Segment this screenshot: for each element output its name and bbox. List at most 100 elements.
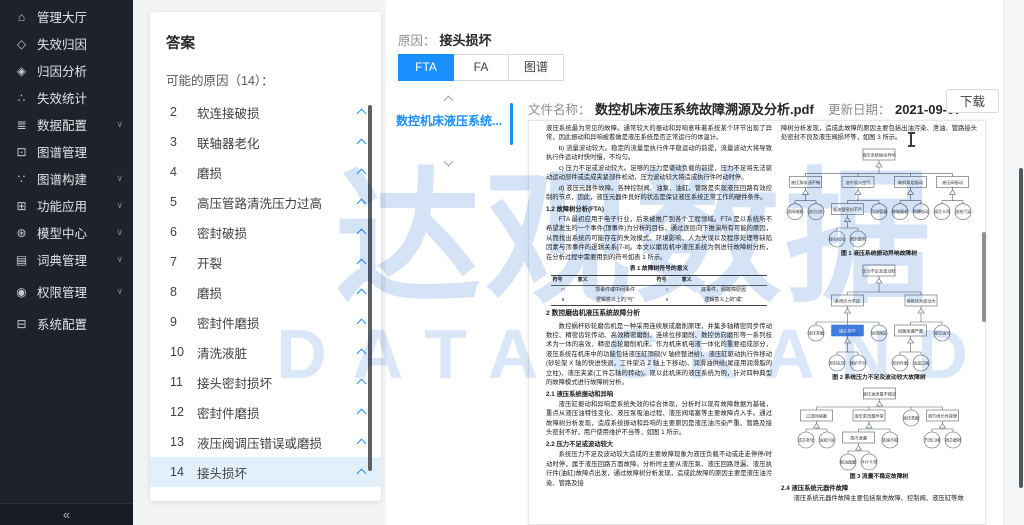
pdf-scrollbar[interactable] <box>982 232 986 322</box>
chevron-up-icon[interactable] <box>356 348 367 359</box>
svg-text:油温过高: 油温过高 <box>913 359 929 365</box>
svg-text:过滤网堵塞: 过滤网堵塞 <box>806 413 828 420</box>
chevron-up-icon[interactable] <box>356 438 367 449</box>
doc-nav-down-icon[interactable] <box>443 152 454 170</box>
svg-text:维护不当: 维护不当 <box>850 359 866 365</box>
cause-label: 清洗液脏 <box>197 346 248 361</box>
cause-number: 13 <box>170 435 184 449</box>
detail-panel: 原因： 接头损坏 FTA FA 图谱 数控机床液压系统... 文件名称： 数控机床液压… <box>386 0 1024 525</box>
sidebar-item-3[interactable]: ∴ 失效统计 <box>0 84 133 111</box>
cause-label: 联轴器老化 <box>197 136 260 151</box>
cause-row-10[interactable]: 10 清洗液脏 <box>150 337 381 367</box>
doc-nav-up-icon[interactable] <box>443 91 454 109</box>
download-button[interactable]: 下载 <box>946 89 1000 113</box>
sidebar-item-4[interactable]: ≣ 数据配置 ∨ <box>0 111 133 138</box>
cause-row-12[interactable]: 12 密封件磨损 <box>150 397 381 427</box>
sidebar-collapse-button[interactable]: « <box>0 503 133 525</box>
pdf-paragraph: FTA 最初应用于电子行业，后来被推广到各个工程领域。FTA 是以系统所不希望发… <box>546 215 772 261</box>
chevron-down-icon: ∨ <box>116 286 123 296</box>
svg-text:压力不足及波动较: 压力不足及波动较 <box>862 267 896 274</box>
sidebar-item-label: 失效统计 <box>37 92 88 106</box>
cause-row-7[interactable]: 7 开裂 <box>150 247 381 277</box>
svg-text:阀芯卡滞: 阀芯卡滞 <box>934 208 950 214</box>
dictionary-icon: ▤ <box>15 252 28 267</box>
file-name: 数控机床液压系统故障溯源及分析.pdf <box>594 102 814 117</box>
sidebar-item-0[interactable]: ⌂ 管理大厅 <box>0 3 133 30</box>
cause-list-scrollbar[interactable] <box>368 105 372 471</box>
svg-text:密封圈老: 密封圈老 <box>850 235 866 241</box>
sidebar-item-6[interactable]: ∵ 图谱构建 ∨ <box>0 165 133 192</box>
chevron-up-icon[interactable] <box>356 318 367 329</box>
chevron-up-icon[interactable] <box>356 468 367 479</box>
cause-row-2[interactable]: 2 软连接破损 <box>150 97 381 127</box>
cause-row-9[interactable]: 9 密封件磨损 <box>150 307 381 337</box>
sidebar-item-8[interactable]: ⊛ 模型中心 ∨ <box>0 219 133 246</box>
sidebar-item-1[interactable]: ◇ 失效归因 <box>0 30 133 57</box>
pdf-paragraph: 液压缸振动和异响是系统失效的综合体现，分析时以现有故障数据为基础，重点从液压油特… <box>546 401 772 437</box>
svg-text:泵内泄漏: 泵内泄漏 <box>850 435 867 442</box>
grid-icon: ⊞ <box>16 198 27 213</box>
chevron-up-icon[interactable] <box>356 408 367 419</box>
sidebar: ⌂ 管理大厅 ◇ 失效归因 ◈ 归因分析 ∴ 失效统计 ≣ 数据配置 ∨ ⊡ 图谱管理 ∵ 图谱构建 ∨ ⊞ 功能… <box>0 0 133 525</box>
figure-caption: 图 3 流量不稳定故障树 <box>849 474 909 481</box>
sidebar-item-label: 权限管理 <box>37 286 88 300</box>
sidebar-item-7[interactable]: ⊞ 功能应用 ∨ <box>0 192 133 219</box>
update-date-label: 更新日期： <box>828 103 891 117</box>
svg-text:液压泵磨: 液压泵磨 <box>903 415 919 421</box>
cause-label: 高压管路清洗压力过高 <box>197 196 323 211</box>
svg-text:液压泵流量异常: 液压泵流量异常 <box>854 413 883 420</box>
pdf-figure-2: 压力不足及波动较 系统压力不足 液压泵磨 接头损坏 密封失效 维护不当 溢流阀失 系统压力波动… <box>781 261 977 373</box>
chevron-up-icon[interactable] <box>356 228 367 239</box>
user-icon: ◉ <box>16 284 27 299</box>
chevron-up-icon[interactable] <box>356 258 367 269</box>
pdf-figure-1: 液压系统振动异响 液压泵吸油不畅 滤网堵塞 油位过低 油中混入空气 吸油管密封不严 接头松动… <box>781 145 977 249</box>
chevron-up-icon[interactable] <box>356 198 367 209</box>
cause-row-4[interactable]: 4 磨损 <box>150 157 381 187</box>
cause-row-11[interactable]: 11 接头密封损坏 <box>150 367 381 397</box>
pdf-heading: 2.1 液压系统振动和异响 <box>546 390 614 398</box>
sidebar-item-9[interactable]: ▤ 词典管理 ∨ <box>0 246 133 273</box>
cause-row-13[interactable]: 13 液压阀调压错误或磨损 <box>150 427 381 457</box>
pdf-heading: 1.2 故障树分析(FTA) <box>546 205 604 213</box>
home-icon: ⌂ <box>17 9 26 24</box>
cause-row-8[interactable]: 8 磨损 <box>150 277 381 307</box>
sidebar-item-label: 功能应用 <box>37 200 88 214</box>
svg-text:配油盘磨: 配油盘磨 <box>840 459 856 465</box>
sidebar-item-label: 管理大厅 <box>37 11 88 25</box>
pdf-right-column: 障树分析发现，造成此故障的原因主要包括出油污染、泄油、管路接头处密封不良及液压阀… <box>781 124 977 524</box>
cause-row-6[interactable]: 6 密封破损 <box>150 217 381 247</box>
cause-number: 12 <box>170 405 184 419</box>
svg-text:液压系统振动异响: 液压系统振动异响 <box>862 151 896 158</box>
svg-text:系统压力不足: 系统压力不足 <box>835 297 861 304</box>
tab-图谱[interactable]: 图谱 <box>509 54 564 81</box>
cause-number: 2 <box>170 105 177 119</box>
chevron-down-icon: ∨ <box>116 119 123 129</box>
chevron-up-icon[interactable] <box>356 288 367 299</box>
cause-row-5[interactable]: 5 高压管路清洗压力过高 <box>150 187 381 217</box>
sidebar-item-11[interactable]: ⊟ 系统配置 <box>0 310 133 337</box>
sidebar-item-10[interactable]: ◉ 权限管理 ∨ <box>0 278 133 305</box>
tab-fta[interactable]: FTA <box>398 54 454 81</box>
chevron-up-icon[interactable] <box>356 108 367 119</box>
cause-row-14[interactable]: 14 接头损坏 <box>150 457 381 487</box>
pdf-heading: 2.4 液压系统元器件故障 <box>781 484 849 492</box>
sidebar-item-5[interactable]: ⊡ 图谱管理 <box>0 138 133 165</box>
tab-fa[interactable]: FA <box>454 54 509 81</box>
pdf-paragraph: 数控蜗杆砂轮磨齿机是一种采用连续展成磨削原理，并集多轴精密同步传动数控、精密齿轮… <box>546 322 772 387</box>
pdf-left-column: 液压系统最为常见的故障。通常较大的振动和异响意味着系统某个环节出现了异常，因此振… <box>546 124 772 524</box>
chevron-up-icon[interactable] <box>356 138 367 149</box>
cause-number: 5 <box>170 195 177 209</box>
cube-icon: ◈ <box>16 63 27 78</box>
sidebar-item-label: 模型中心 <box>37 227 88 241</box>
sidebar-item-label: 失效归因 <box>37 38 88 52</box>
sidebar-item-2[interactable]: ◈ 归因分析 <box>0 57 133 84</box>
possible-causes-label: 可能的原因（14）： <box>166 74 274 88</box>
text-cursor-icon <box>907 132 915 147</box>
page-scrollbar[interactable] <box>1019 168 1023 488</box>
cause-row-3[interactable]: 3 联轴器老化 <box>150 127 381 157</box>
cause-label: 密封破损 <box>197 226 248 241</box>
chevron-up-icon[interactable] <box>356 378 367 389</box>
chevron-up-icon[interactable] <box>356 168 367 179</box>
sidebar-item-label: 系统配置 <box>37 318 88 332</box>
doc-link[interactable]: 数控机床液压系统... <box>392 112 506 129</box>
